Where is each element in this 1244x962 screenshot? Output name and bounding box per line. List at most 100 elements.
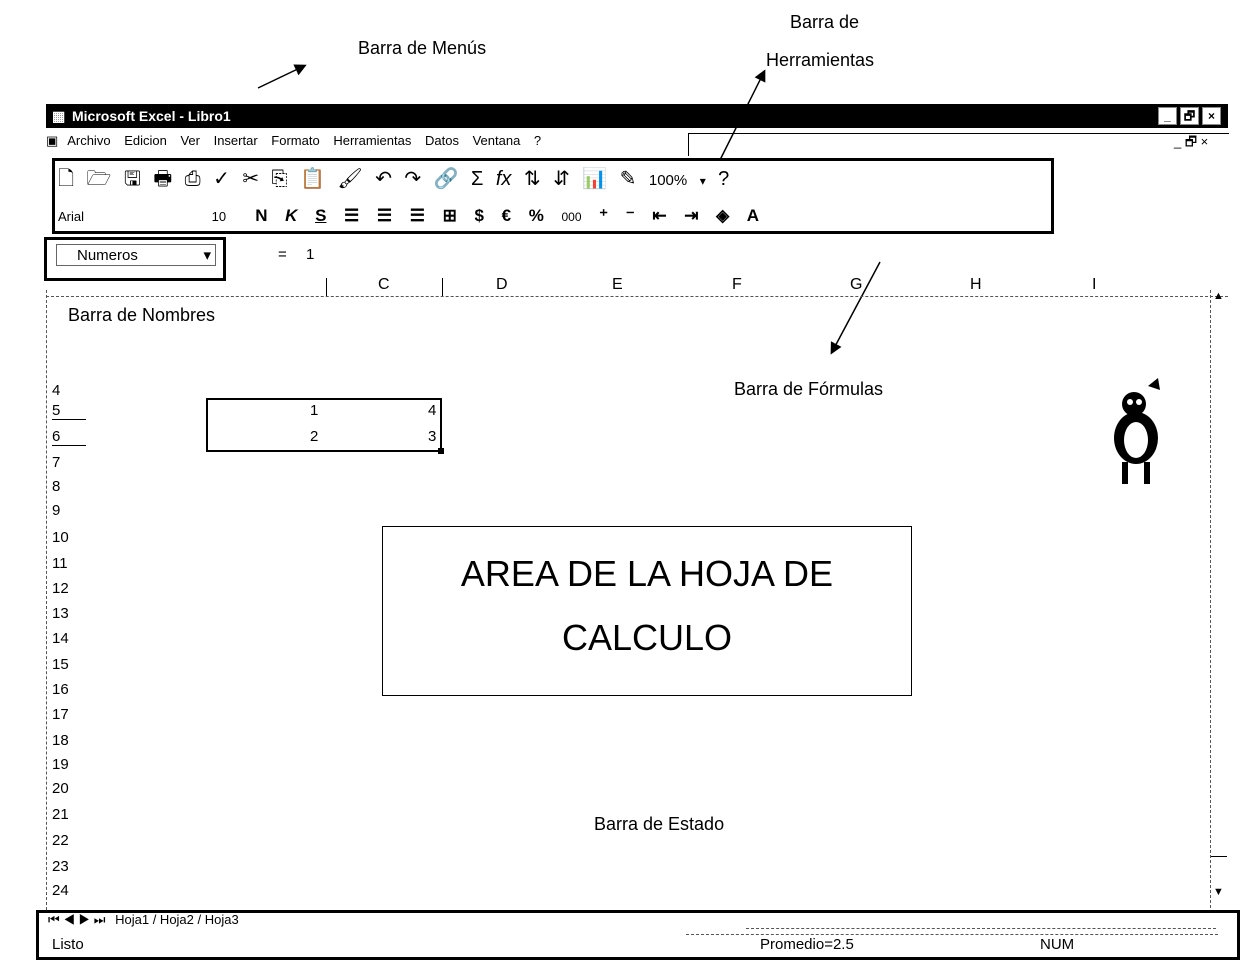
column-header-d[interactable]: D bbox=[496, 276, 508, 294]
help-icon[interactable]: ? bbox=[718, 168, 729, 190]
tab-scroll-last-icon[interactable]: ⏭ bbox=[94, 912, 106, 927]
row-header[interactable]: 8 bbox=[52, 478, 60, 495]
cell-value[interactable]: 3 bbox=[428, 428, 436, 445]
undo-icon[interactable]: ↶ bbox=[375, 168, 392, 190]
column-header-f[interactable]: F bbox=[732, 276, 742, 294]
office-assistant-icon[interactable] bbox=[1104, 376, 1168, 492]
row-header[interactable]: 17 bbox=[52, 706, 69, 723]
cell-value[interactable]: 1 bbox=[310, 402, 318, 419]
function-icon[interactable]: fx bbox=[496, 168, 512, 190]
zoom-select[interactable]: 100% bbox=[649, 172, 687, 189]
thousands-button[interactable]: 000 bbox=[561, 210, 581, 224]
sheet-tab-list[interactable]: Hoja1 / Hoja2 / Hoja3 bbox=[115, 912, 239, 927]
formula-input[interactable]: 1 bbox=[306, 246, 314, 263]
workbook-icon[interactable]: ▣ bbox=[46, 133, 58, 148]
merge-cells-icon[interactable]: ⊞ bbox=[443, 206, 457, 225]
row-header[interactable]: 4 bbox=[52, 382, 60, 399]
decrease-decimal-icon[interactable]: ⁻ bbox=[626, 206, 635, 225]
menu-ver[interactable]: Ver bbox=[180, 133, 200, 148]
underline-button[interactable]: S bbox=[315, 206, 326, 225]
row-header[interactable]: 22 bbox=[52, 832, 69, 849]
align-left-icon[interactable]: ☰ bbox=[344, 206, 359, 225]
percent-button[interactable]: % bbox=[529, 206, 544, 225]
font-color-button[interactable]: A bbox=[747, 206, 759, 225]
row-header[interactable]: 13 bbox=[52, 605, 69, 622]
chart-wizard-icon[interactable]: 📊 bbox=[582, 168, 607, 190]
scroll-down-icon[interactable]: ▼ bbox=[1213, 886, 1224, 898]
print-icon[interactable]: 🖶 bbox=[153, 168, 172, 190]
open-folder-icon[interactable]: 🗁 bbox=[87, 168, 112, 190]
drawing-icon[interactable]: ✎ bbox=[620, 168, 637, 190]
tab-scroll-prev-icon[interactable]: ◀ bbox=[63, 912, 75, 927]
decrease-indent-icon[interactable]: ⇤ bbox=[652, 206, 666, 225]
close-button[interactable]: × bbox=[1202, 107, 1221, 125]
name-box[interactable]: Numeros ▾ bbox=[56, 244, 216, 266]
align-center-icon[interactable]: ☰ bbox=[377, 206, 392, 225]
formula-equals-icon[interactable]: = bbox=[278, 246, 287, 263]
font-select[interactable]: Arial bbox=[58, 209, 208, 224]
italic-button[interactable]: K bbox=[285, 206, 297, 225]
row-header[interactable]: 20 bbox=[52, 780, 69, 797]
column-header-c[interactable]: C bbox=[378, 276, 390, 294]
redo-icon[interactable]: ↷ bbox=[404, 168, 421, 190]
align-right-icon[interactable]: ☰ bbox=[410, 206, 425, 225]
scroll-up-icon[interactable]: ▲ bbox=[1213, 290, 1224, 302]
print-preview-icon[interactable]: ⎙ bbox=[185, 168, 201, 190]
currency-button[interactable]: $ bbox=[475, 206, 484, 225]
bold-button[interactable]: N bbox=[255, 206, 267, 225]
fill-handle[interactable] bbox=[438, 448, 444, 454]
row-header[interactable]: 9 bbox=[52, 502, 60, 519]
menu-formato[interactable]: Formato bbox=[271, 133, 319, 148]
row-header[interactable]: 23 bbox=[52, 858, 69, 875]
selected-range[interactable] bbox=[206, 398, 442, 452]
row-header[interactable]: 6 bbox=[52, 428, 86, 446]
menu-help[interactable]: ? bbox=[534, 133, 541, 148]
menu-insertar[interactable]: Insertar bbox=[214, 133, 258, 148]
sort-ascending-icon[interactable]: ⇅ bbox=[524, 168, 541, 190]
hyperlink-icon[interactable]: 🔗 bbox=[434, 168, 459, 190]
euro-button[interactable]: € bbox=[502, 206, 511, 225]
minimize-button[interactable]: _ bbox=[1158, 107, 1177, 125]
row-header[interactable]: 19 bbox=[52, 756, 69, 773]
row-header[interactable]: 11 bbox=[52, 555, 68, 572]
column-header-i[interactable]: I bbox=[1092, 276, 1096, 294]
restore-button[interactable]: 🗗 bbox=[1180, 107, 1199, 125]
spellcheck-icon[interactable]: ✓ bbox=[213, 168, 230, 190]
row-header[interactable]: 7 bbox=[52, 454, 60, 471]
column-header-h[interactable]: H bbox=[970, 276, 982, 294]
menu-archivo[interactable]: Archivo bbox=[67, 133, 110, 148]
cell-value[interactable]: 4 bbox=[428, 402, 436, 419]
horizontal-scrollbar[interactable] bbox=[746, 914, 1216, 929]
row-header[interactable]: 12 bbox=[52, 580, 69, 597]
row-header[interactable]: 15 bbox=[52, 656, 69, 673]
increase-indent-icon[interactable]: ⇥ bbox=[684, 206, 698, 225]
chevron-down-icon[interactable]: ▾ bbox=[203, 245, 211, 267]
row-header[interactable]: 16 bbox=[52, 681, 69, 698]
autosum-icon[interactable]: Σ bbox=[471, 168, 483, 190]
column-header-g[interactable]: G bbox=[850, 276, 862, 294]
save-icon[interactable]: 🖫 bbox=[124, 168, 141, 190]
cut-icon[interactable]: ✂ bbox=[242, 168, 259, 190]
row-header[interactable]: 24 bbox=[52, 882, 69, 899]
sort-descending-icon[interactable]: ⇵ bbox=[553, 168, 570, 190]
row-header[interactable]: 10 bbox=[52, 529, 69, 546]
tab-scroll-next-icon[interactable]: ▶ bbox=[79, 912, 91, 927]
new-file-icon[interactable]: 🗋 bbox=[58, 168, 74, 190]
chevron-down-icon[interactable]: ▾ bbox=[700, 174, 706, 188]
row-header[interactable]: 21 bbox=[52, 806, 69, 823]
cell-value[interactable]: 2 bbox=[310, 428, 318, 445]
menu-edicion[interactable]: Edicion bbox=[124, 133, 167, 148]
menu-datos[interactable]: Datos bbox=[425, 133, 459, 148]
copy-icon[interactable]: ⎘ bbox=[272, 168, 288, 190]
format-painter-icon[interactable]: 🖌 bbox=[337, 168, 362, 190]
tab-scroll-first-icon[interactable]: ⏮ bbox=[48, 912, 60, 927]
menu-ventana[interactable]: Ventana bbox=[473, 133, 521, 148]
row-header[interactable]: 14 bbox=[52, 630, 69, 647]
vertical-scrollbar[interactable]: ▲ ▼ bbox=[1210, 290, 1227, 908]
fill-color-icon[interactable]: ◈ bbox=[716, 206, 729, 225]
row-header[interactable]: 18 bbox=[52, 732, 69, 749]
row-header[interactable]: 5 bbox=[52, 402, 86, 420]
column-header-e[interactable]: E bbox=[612, 276, 623, 294]
workbook-window-buttons[interactable]: _ 🗗 × bbox=[1174, 133, 1208, 155]
font-size-select[interactable]: 10 bbox=[212, 209, 252, 224]
